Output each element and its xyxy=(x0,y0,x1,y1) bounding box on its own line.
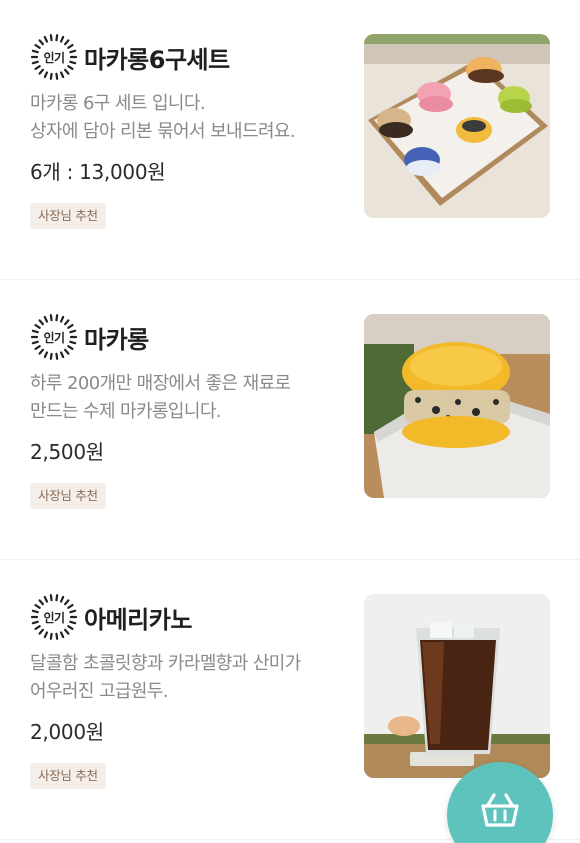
item-photo-macaron-box[interactable] xyxy=(364,34,550,218)
item-description: 하루 200개만 매장에서 좋은 재료로 만드는 수제 마카롱입니다. xyxy=(30,370,350,426)
menu-item-info: 인기 아메리카노 달콜함 초콜릿향과 카라멜향과 산미가 어우러진 고급원두. … xyxy=(30,592,350,789)
item-description-line: 상자에 담아 리본 묶어서 보내드려요. xyxy=(30,121,296,142)
shopping-basket-icon xyxy=(481,793,519,827)
menu-item-macaron[interactable]: 인기 마카롱 하루 200개만 매장에서 좋은 재료로 만드는 수제 마카롱입니… xyxy=(0,280,580,560)
item-description: 달콜함 초콜릿향과 카라멜향과 산미가 어우러진 고급원두. xyxy=(30,650,350,706)
item-title: 아메리카노 xyxy=(84,605,192,634)
menu-list: 인기 마카롱6구세트 마카롱 6구 세트 입니다. 상자에 담아 리본 묶어서 … xyxy=(0,0,580,840)
menu-item-macaron-6-set[interactable]: 인기 마카롱6구세트 마카롱 6구 세트 입니다. 상자에 담아 리본 묶어서 … xyxy=(0,0,580,280)
item-description-line: 하루 200개만 매장에서 좋은 재료로 xyxy=(30,373,291,394)
item-description-line: 달콜함 초콜릿향과 카라멜향과 산미가 xyxy=(30,653,301,674)
item-price: 2,000원 xyxy=(30,720,104,744)
item-price: 6개 : 13,000원 xyxy=(30,160,166,184)
popular-badge: 인기 xyxy=(30,593,78,641)
item-title: 마카롱 xyxy=(84,325,149,354)
item-photo-macaron[interactable] xyxy=(364,314,550,498)
owner-recommend-tag: 사장님 추천 xyxy=(30,763,106,789)
popular-badge: 인기 xyxy=(30,313,78,361)
title-row: 인기 아메리카노 xyxy=(30,592,350,642)
item-description-line: 어우러진 고급원두. xyxy=(30,681,169,702)
item-photo-americano[interactable] xyxy=(364,594,550,778)
title-row: 인기 마카롱 xyxy=(30,312,350,362)
popular-badge: 인기 xyxy=(30,33,78,81)
menu-item-info: 인기 마카롱6구세트 마카롱 6구 세트 입니다. 상자에 담아 리본 묶어서 … xyxy=(30,32,350,229)
title-row: 인기 마카롱6구세트 xyxy=(30,32,350,82)
menu-item-info: 인기 마카롱 하루 200개만 매장에서 좋은 재료로 만드는 수제 마카롱입니… xyxy=(30,312,350,509)
popular-badge-label: 인기 xyxy=(43,610,65,625)
owner-recommend-tag: 사장님 추천 xyxy=(30,483,106,509)
item-title: 마카롱6구세트 xyxy=(84,45,230,74)
popular-badge-label: 인기 xyxy=(43,50,65,65)
owner-recommend-tag: 사장님 추천 xyxy=(30,203,106,229)
item-description-line: 만드는 수제 마카롱입니다. xyxy=(30,401,222,422)
item-description-line: 마카롱 6구 세트 입니다. xyxy=(30,93,206,114)
popular-badge-label: 인기 xyxy=(43,330,65,345)
item-description: 마카롱 6구 세트 입니다. 상자에 담아 리본 묶어서 보내드려요. xyxy=(30,90,350,146)
item-price: 2,500원 xyxy=(30,440,104,464)
